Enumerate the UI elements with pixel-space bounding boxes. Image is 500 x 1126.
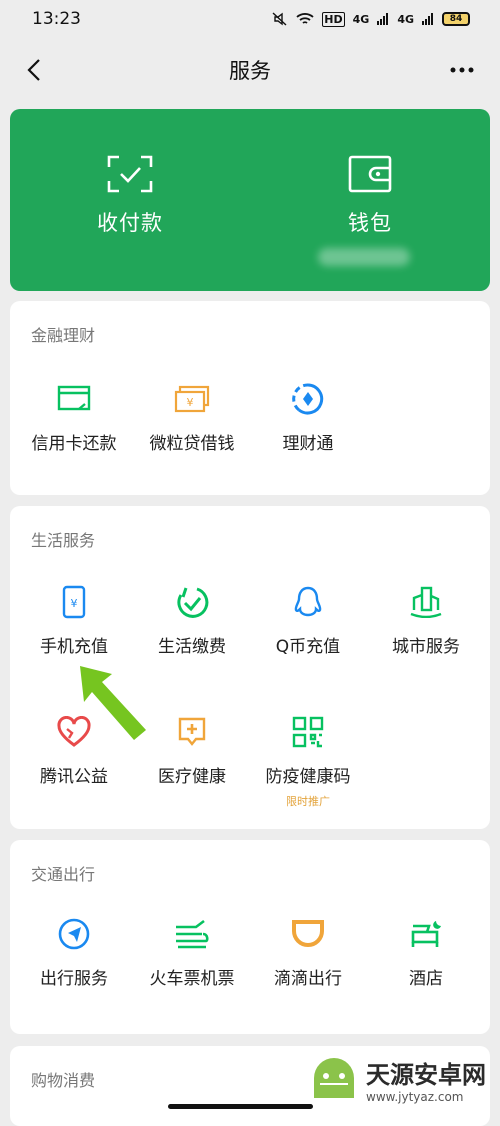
mobile-topup-label: 手机充值 bbox=[40, 637, 108, 657]
weili-loan-item[interactable]: ¥ 微粒贷借钱 bbox=[132, 381, 252, 454]
chevron-left-icon bbox=[27, 59, 40, 81]
health-code-item[interactable]: 防疫健康码 限时推广 bbox=[248, 714, 368, 809]
section-title: 金融理财 bbox=[31, 326, 96, 345]
train-flight-tickets-label: 火车票机票 bbox=[149, 969, 235, 989]
android-logo-icon bbox=[314, 1058, 354, 1098]
blurred-balance bbox=[318, 248, 410, 266]
promo-badge: 限时推广 bbox=[286, 795, 330, 808]
train-flight-tickets-item[interactable]: 火车票机票 bbox=[132, 916, 252, 989]
loan-cards-icon: ¥ bbox=[174, 385, 210, 413]
signal-label-2: 4G bbox=[397, 12, 414, 26]
credit-card-icon bbox=[57, 385, 91, 411]
page-title: 服务 bbox=[229, 59, 271, 83]
section-title: 交通出行 bbox=[31, 865, 96, 884]
svg-text:¥: ¥ bbox=[71, 597, 78, 610]
mute-icon bbox=[272, 12, 287, 26]
pay-receive-button[interactable]: 收付款 bbox=[10, 109, 250, 291]
section-title: 生活服务 bbox=[31, 531, 96, 550]
pay-receive-label: 收付款 bbox=[97, 211, 163, 235]
wifi-icon bbox=[296, 13, 314, 24]
more-dots-icon bbox=[450, 67, 474, 73]
travel-services-item[interactable]: 出行服务 bbox=[14, 916, 134, 989]
mobile-topup-item[interactable]: ¥ 手机充值 bbox=[14, 584, 134, 657]
wallet-icon bbox=[348, 155, 392, 193]
weili-loan-label: 微粒贷借钱 bbox=[149, 434, 235, 454]
city-services-label: 城市服务 bbox=[392, 637, 460, 657]
transport-section: 交通出行 出行服务 火车票机票 滴滴出行 酒店 bbox=[10, 840, 490, 1034]
qcoin-topup-item[interactable]: Q币充值 bbox=[248, 584, 368, 657]
hd-badge: HD bbox=[322, 11, 345, 27]
section-title: 购物消费 bbox=[31, 1071, 96, 1090]
wallet-label: 钱包 bbox=[348, 211, 392, 235]
svg-text:¥: ¥ bbox=[187, 396, 194, 409]
qcoin-topup-label: Q币充值 bbox=[275, 637, 341, 657]
health-code-label: 防疫健康码 bbox=[265, 767, 351, 787]
licaitong-label: 理财通 bbox=[282, 434, 334, 454]
annotation-arrow bbox=[80, 666, 146, 740]
signal-bars-icon bbox=[377, 13, 389, 25]
nav-bar: 服务 bbox=[0, 38, 500, 102]
hotel-label: 酒店 bbox=[409, 969, 443, 989]
watermark-url: www.jytyaz.com bbox=[366, 1089, 464, 1104]
watermark-name: 天源安卓网 bbox=[366, 1060, 486, 1089]
travel-services-label: 出行服务 bbox=[40, 969, 108, 989]
didi-ride-item[interactable]: 滴滴出行 bbox=[248, 916, 368, 989]
tencent-charity-label: 腾讯公益 bbox=[40, 767, 108, 787]
status-time: 13:23 bbox=[32, 9, 81, 29]
credit-card-repay-label: 信用卡还款 bbox=[31, 434, 117, 454]
signal-bars-icon bbox=[422, 13, 433, 25]
hero-card: 收付款 钱包 bbox=[10, 109, 490, 291]
hotel-item[interactable]: 酒店 bbox=[366, 916, 486, 989]
finance-section: 金融理财 信用卡还款 ¥ 微粒贷借钱 理财通 bbox=[10, 301, 490, 495]
back-button[interactable] bbox=[14, 50, 54, 90]
home-indicator[interactable] bbox=[168, 1104, 313, 1109]
hotel-bed-icon bbox=[411, 921, 441, 947]
battery-icon: 84 bbox=[442, 12, 470, 26]
licaitong-item[interactable]: 理财通 bbox=[248, 381, 368, 454]
medical-cross-icon bbox=[178, 717, 206, 746]
qq-penguin-icon bbox=[294, 586, 322, 617]
qr-code-icon bbox=[292, 716, 324, 748]
utility-payment-label: 生活缴费 bbox=[158, 637, 226, 657]
city-services-item[interactable]: 城市服务 bbox=[366, 584, 486, 657]
phone-topup-icon: ¥ bbox=[62, 585, 86, 619]
more-button[interactable] bbox=[442, 50, 482, 90]
site-watermark: 天源安卓网 www.jytyaz.com bbox=[308, 1050, 498, 1108]
didi-ride-label: 滴滴出行 bbox=[274, 969, 342, 989]
status-icons: HD 4G 4G 84 bbox=[272, 11, 470, 27]
signal-label-1: 4G bbox=[352, 12, 370, 26]
navigation-arrow-icon bbox=[58, 918, 90, 950]
credit-card-repay-item[interactable]: 信用卡还款 bbox=[14, 381, 134, 454]
medical-health-label: 医疗健康 bbox=[158, 767, 226, 787]
city-buildings-icon bbox=[410, 586, 442, 618]
train-plane-icon bbox=[176, 919, 209, 949]
scan-pay-icon bbox=[107, 155, 153, 193]
licaitong-icon bbox=[292, 383, 324, 415]
utility-payment-item[interactable]: 生活缴费 bbox=[132, 584, 252, 657]
utility-check-icon bbox=[177, 587, 209, 618]
didi-logo-icon bbox=[292, 920, 324, 947]
status-bar: 13:23 HD 4G 4G 84 bbox=[0, 0, 500, 38]
